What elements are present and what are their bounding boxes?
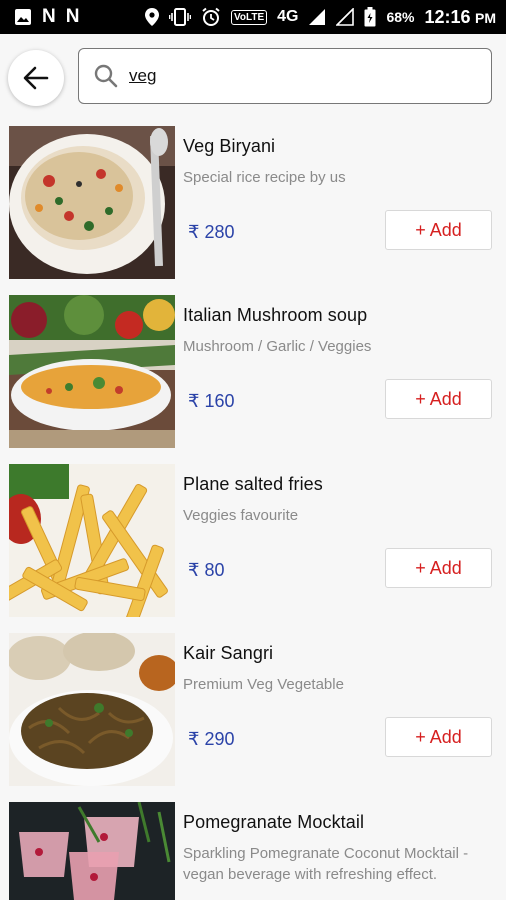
add-button[interactable]: + Add (385, 548, 492, 588)
item-title: Veg Biryani (183, 136, 276, 156)
back-button[interactable] (8, 50, 64, 106)
battery-percent: 68% (386, 9, 415, 25)
kair-sangri-image (9, 633, 175, 786)
veg-biryani-image (9, 126, 175, 279)
item-title: Pomegranate Mocktail (183, 812, 365, 832)
search-icon (93, 63, 119, 89)
status-bar-right: VoLTE 4G 68% 12:16 PM (144, 7, 497, 28)
status-bar-left: N N (14, 6, 79, 28)
item-price: ₹ 280 (188, 222, 235, 242)
clock-time: 12:16 (424, 6, 471, 27)
list-item[interactable]: Veg Biryani Special rice recipe by us ₹ … (0, 126, 506, 279)
add-button[interactable]: + Add (385, 379, 492, 419)
network-type: 4G (277, 8, 299, 25)
item-description: Sparkling Pomegranate Coconut Mocktail -… (183, 845, 469, 883)
search-input[interactable] (127, 65, 471, 87)
item-description: Mushroom / Garlic / Veggies (183, 338, 372, 355)
item-title: Italian Mushroom soup (183, 305, 368, 325)
clock-meridiem: PM (475, 9, 496, 26)
list-item[interactable]: Kair Sangri Premium Veg Vegetable ₹ 290 … (0, 633, 506, 786)
add-button[interactable]: + Add (385, 210, 492, 250)
status-bar: N N VoLTE 4G 68% 12:16 PM (0, 0, 506, 34)
item-price: ₹ 290 (188, 729, 235, 749)
alarm-icon (201, 7, 221, 27)
list-item[interactable]: Italian Mushroom soup Mushroom / Garlic … (0, 295, 506, 448)
vibrate-icon (168, 8, 191, 26)
arrow-left-icon (23, 66, 49, 90)
clock: 12:16 PM (425, 7, 497, 28)
item-description: Veggies favourite (183, 507, 299, 524)
fries-image (9, 464, 175, 617)
list-item[interactable]: Pomegranate Mocktail Sparkling Pomegrana… (0, 802, 506, 900)
item-title: Kair Sangri (183, 643, 274, 663)
item-price: ₹ 160 (188, 391, 235, 411)
search-header (0, 34, 506, 120)
search-box[interactable] (78, 48, 492, 104)
mushroom-soup-image (9, 295, 175, 448)
add-button[interactable]: + Add (385, 717, 492, 757)
battery-icon (364, 7, 376, 27)
notification-n-icon-2: N (65, 6, 80, 27)
list-item[interactable]: Plane salted fries Veggies favourite ₹ 8… (0, 464, 506, 617)
gallery-icon (14, 8, 32, 26)
item-price: ₹ 80 (188, 560, 225, 580)
notification-n-icon: N (42, 6, 56, 27)
item-description: Premium Veg Vegetable (183, 676, 344, 693)
signal-icon (308, 8, 326, 26)
mocktail-image (9, 802, 175, 900)
item-title: Plane salted fries (183, 474, 323, 494)
signal-empty-icon (336, 8, 355, 26)
item-description: Special rice recipe by us (183, 169, 346, 186)
location-icon (144, 8, 159, 26)
volte-badge: VoLTE (230, 9, 268, 25)
